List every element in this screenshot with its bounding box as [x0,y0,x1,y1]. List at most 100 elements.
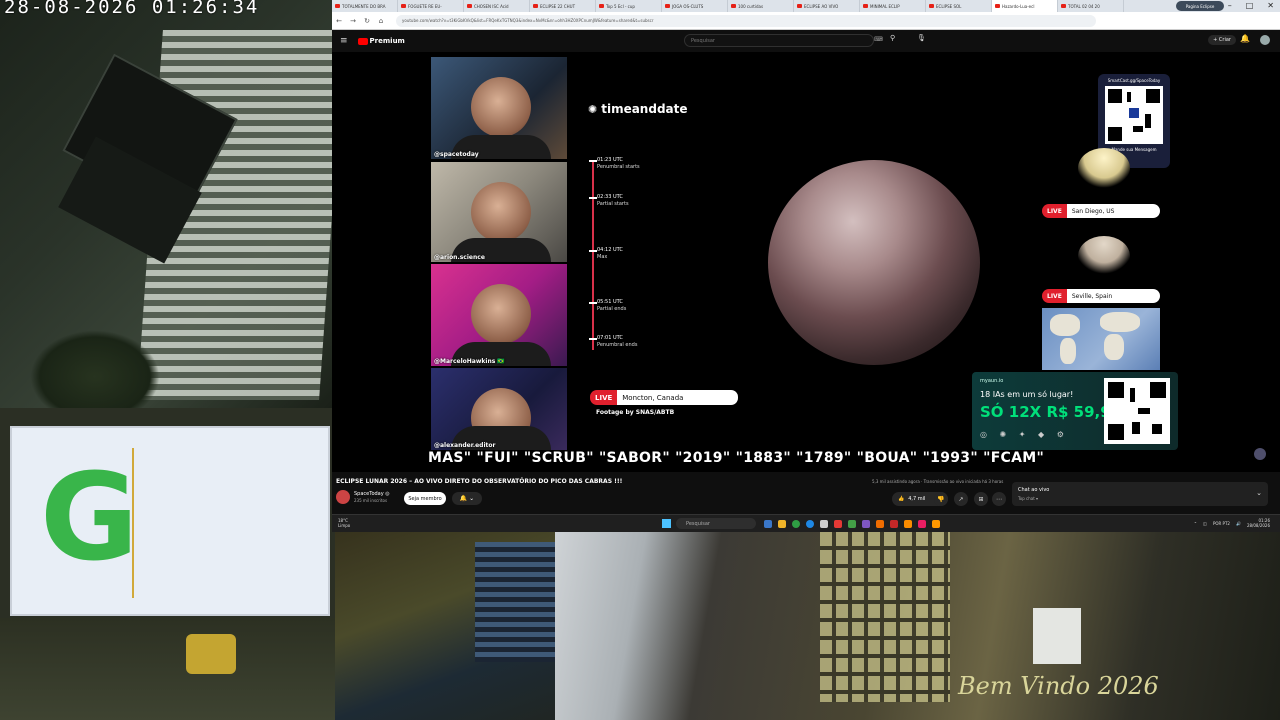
timeline-label: Max [597,254,608,260]
language-indicator[interactable]: POR PT2 [1213,521,1230,526]
thumbs-up-icon: 👍 [898,496,905,502]
tab-label: 100 curtidas [738,3,764,9]
settings-icon[interactable] [1254,448,1266,460]
app-icon[interactable] [848,520,856,528]
app-icon[interactable] [890,520,898,528]
brand-text: timeanddate [601,102,688,116]
channel-subscribers: 235 mil inscritos [354,498,388,503]
volume-icon[interactable]: 🔊 [1236,521,1241,526]
weather-widget[interactable]: 18°C Limpo [338,518,350,528]
edge-icon[interactable] [806,520,814,528]
file-explorer-icon[interactable] [778,520,786,528]
search-input[interactable]: Pesquisar [684,34,874,47]
save-icon[interactable]: ⊞ [974,492,988,506]
browser-tab[interactable]: TOTALMENTE DO BRA [332,0,398,12]
bell-icon[interactable]: 🔔 [1240,34,1250,43]
browser-tab[interactable]: CHOSEN ISC Acid [464,0,530,12]
eclipse-timeline [592,160,594,350]
task-view-icon[interactable] [764,520,772,528]
video-player[interactable]: @spacetoday @arion.science @MarceloHawki… [332,52,1280,472]
youtube-icon [335,4,340,8]
browser-tab[interactable]: Top 5 Ecl - cup [596,0,662,12]
join-button[interactable]: Seja membro [404,492,446,505]
browser-tab[interactable]: ECLIPSE SOL [926,0,992,12]
browser-tab[interactable]: ECLIPSE AO VIVO [794,0,860,12]
app-icon[interactable] [876,520,884,528]
reload-icon[interactable]: ↻ [360,17,374,25]
timeline-tick [589,250,597,252]
search-icon[interactable]: ⚲ [890,34,895,42]
create-button[interactable]: + Criar [1208,35,1236,45]
keyboard-icon[interactable]: ⌨ [874,36,883,43]
share-icon[interactable]: ↗ [954,492,968,506]
maximize-icon[interactable]: □ [1246,1,1254,10]
youtube-logo[interactable]: Premium [357,37,405,45]
browser-tab[interactable]: FOGUETE RE EU- [398,0,464,12]
browser-tab[interactable]: 100 curtidas [728,0,794,12]
timeline-time: 01:23 UTC [597,157,623,163]
youtube-icon [797,4,802,8]
participant-face [471,182,531,242]
notifications-button[interactable]: 🔔 ⌄ [452,492,482,505]
timeline-tick [589,160,597,162]
network-icon[interactable]: ◫ [1203,521,1207,526]
close-icon[interactable]: ✕ [1267,1,1274,10]
channel-avatar[interactable] [336,490,350,504]
camera-feed-workshop [555,532,1280,720]
browser-tab[interactable]: JOGA OS-CLUTS [662,0,728,12]
ad-qr-code [1104,378,1170,444]
forward-icon[interactable]: → [346,17,360,25]
live-location: San Diego, US [1066,204,1160,218]
moon-feed-seville [1078,236,1130,276]
mic-icon[interactable]: 🎙 [917,34,926,42]
app-icon[interactable] [932,520,940,528]
live-chat-collapsed[interactable]: Chat ao vivo Top chat ▾ ⌄ [1012,482,1268,506]
live-badge: LIVE [590,390,618,405]
timeline-label: Partial starts [597,201,629,207]
browser-tab[interactable]: TOTAL 02 04 20 [1058,0,1124,12]
browser-tab-active[interactable]: Hazardo-Lua-ecl [992,0,1058,12]
app-icon[interactable] [834,520,842,528]
taskbar-search[interactable]: Pesquisar [676,518,756,529]
dislike-icon[interactable]: 👎 [934,492,948,506]
home-icon[interactable]: ⌂ [374,17,388,25]
chevron-down-icon[interactable]: ⌄ [1256,489,1262,497]
store-icon[interactable] [820,520,828,528]
youtube-icon [863,4,868,8]
url-field[interactable]: youtube.com/watch?v=t3KiGbKVkQ&list=FRQe… [396,14,1096,27]
tab-label: FOGUETE RE EU- [408,3,442,9]
channel-name[interactable]: SpaceToday ◎ [354,491,390,497]
menu-icon[interactable]: ≡ [340,36,348,46]
windows-start-icon[interactable] [662,519,671,528]
tray-date: 28/08/2026 [1246,523,1270,528]
ad-headline: 18 IAs em um só lugar! [980,390,1074,399]
address-bar: ← → ↻ ⌂ youtube.com/watch?v=t3KiGbKVkQ&l… [332,12,1280,30]
minimize-icon[interactable]: – [1228,1,1232,10]
chrome-icon[interactable] [792,520,800,528]
participant-tile: @MarceloHawkins 🇧🇷 [431,264,567,366]
browser-tab[interactable]: MINIMAL ECLIP [860,0,926,12]
tab-label: Top 5 Ecl - cup [606,3,635,9]
windows-taskbar: 18°C Limpo Pesquisar ⌃ ◫ POR PT2 🔊 01:26 2… [332,514,1280,532]
app-icon[interactable] [862,520,870,528]
tray-chevron-icon[interactable]: ⌃ [1194,521,1197,526]
profile-button[interactable]: Pagina Eclipse [1176,1,1224,11]
app-icon[interactable] [918,520,926,528]
word-ticker: MAS" "FUI" "SCRUB" "SABOR" "2019" "1883"… [428,450,1045,466]
youtube-icon [533,4,538,8]
timeline-tick [589,338,597,340]
taskbar-clock[interactable]: 01:26 28/08/2026 [1247,518,1270,528]
timeline-time: 05:51 UTC [597,299,623,305]
floor [0,618,335,720]
app-icon[interactable] [904,520,912,528]
youtube-play-icon [357,37,368,45]
browser-tab[interactable]: ECLIPSE 22 CHUT [530,0,596,12]
avatar[interactable] [1260,35,1270,45]
tab-label: ECLIPSE AO VIVO [804,3,839,9]
eclipsed-moon [768,160,980,365]
back-icon[interactable]: ← [332,17,346,25]
more-icon[interactable]: ⋯ [992,492,1006,506]
youtube-icon [929,4,934,8]
youtube-icon [599,4,604,8]
browser-window: TOTALMENTE DO BRA FOGUETE RE EU- CHOSEN … [332,0,1280,532]
